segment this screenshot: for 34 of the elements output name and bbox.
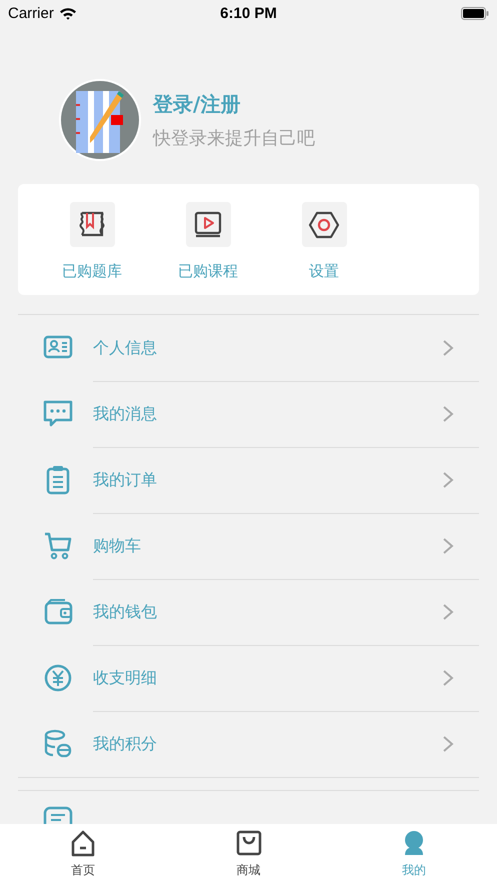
menu-item[interactable]: 我的消息: [93, 404, 442, 424]
shortcut-label[interactable]: 已购课程: [178, 262, 238, 281]
menu-item[interactable]: 购物车: [93, 536, 442, 556]
menu-item[interactable]: 个人信息: [93, 338, 442, 358]
login-hint: 快登录来提升自己吧: [153, 126, 315, 150]
shortcut-tile[interactable]: [186, 202, 230, 247]
tab[interactable]: 商城: [166, 824, 332, 883]
chevron-icon: [442, 339, 454, 357]
battery-icon: [461, 6, 490, 20]
menu-item[interactable]: 我的钱包: [93, 602, 442, 622]
shortcut-tile[interactable]: [70, 202, 114, 247]
shortcut-label[interactable]: 已购题库: [62, 262, 122, 281]
chevron-icon: [442, 735, 454, 753]
wifi-icon: [58, 6, 77, 20]
coins-icon: [42, 728, 74, 760]
login-link[interactable]: 登录/注册: [153, 90, 315, 118]
carrier-label: Carrier: [8, 4, 54, 22]
cart-icon: [42, 530, 74, 562]
feedback-icon: [42, 805, 74, 824]
tab[interactable]: 我的: [331, 824, 497, 883]
shortcut-tile[interactable]: [302, 202, 346, 247]
chevron-icon: [442, 603, 454, 621]
chevron-icon: [442, 669, 454, 687]
avatar-icon[interactable]: [59, 79, 141, 161]
menu-item[interactable]: 收支明细: [93, 668, 442, 688]
menu-item[interactable]: 我的积分: [93, 734, 442, 754]
tab[interactable]: 首页: [0, 824, 166, 883]
chevron-icon: [442, 405, 454, 423]
clock-time: 6:10 PM: [220, 4, 277, 22]
chevron-icon: [442, 537, 454, 555]
shortcut-label[interactable]: 设置: [309, 262, 339, 281]
menu-item[interactable]: 我的订单: [93, 470, 442, 490]
yen-icon: [42, 662, 74, 694]
chevron-icon: [442, 471, 454, 489]
